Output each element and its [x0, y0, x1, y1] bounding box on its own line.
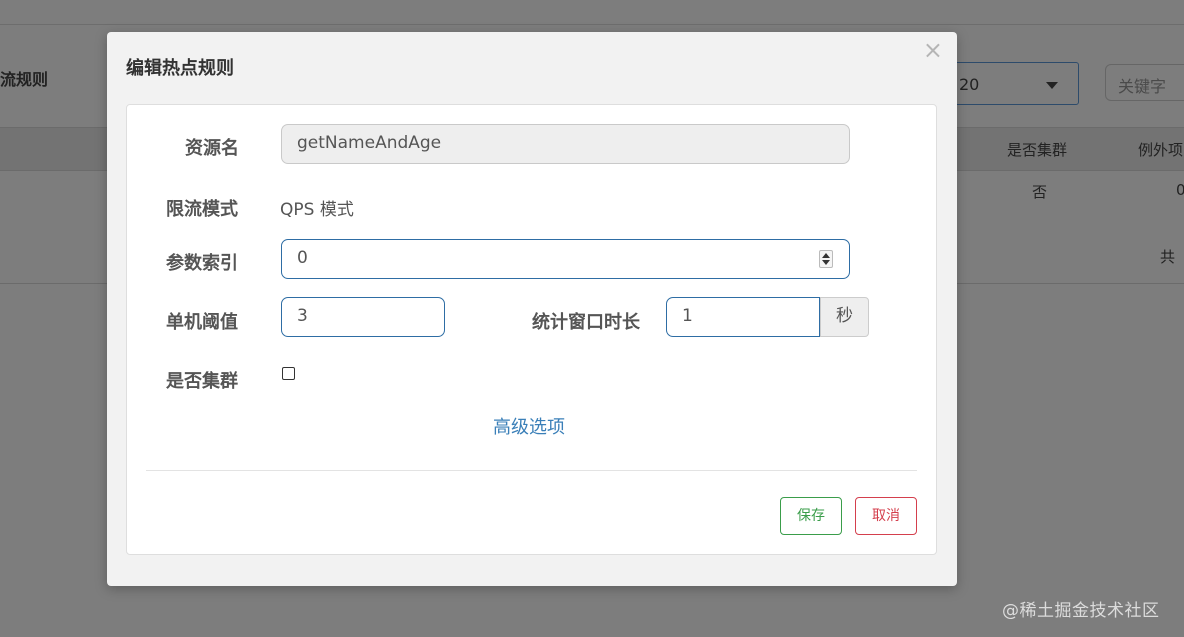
threshold-input[interactable]: 3 — [281, 297, 445, 337]
spin-up-icon[interactable] — [822, 253, 830, 258]
column-header-cluster: 是否集群 — [1007, 141, 1068, 159]
form-panel: 资源名 getNameAndAge 限流模式 QPS 模式 参数索引 0 单机阈… — [126, 104, 937, 555]
edit-hotspot-rule-dialog: 编辑热点规则 × 资源名 getNameAndAge 限流模式 QPS 模式 参… — [107, 32, 957, 586]
spin-down-icon[interactable] — [822, 260, 830, 265]
cluster-label: 是否集群 — [166, 371, 238, 392]
close-icon[interactable]: × — [923, 38, 943, 62]
resource-name-input[interactable]: getNameAndAge — [281, 124, 850, 164]
threshold-value: 3 — [297, 306, 308, 326]
page-size-select[interactable]: 20 — [950, 62, 1079, 105]
keyword-search-input[interactable]: 关键字 — [1105, 64, 1184, 101]
cluster-checkbox[interactable] — [282, 367, 295, 380]
window-duration-label: 统计窗口时长 — [532, 312, 640, 333]
dialog-title: 编辑热点规则 — [126, 58, 234, 79]
limit-mode-label: 限流模式 — [166, 199, 238, 220]
param-index-input[interactable]: 0 — [281, 239, 850, 279]
resource-name-label: 资源名 — [185, 138, 239, 159]
limit-mode-value: QPS 模式 — [280, 200, 354, 220]
column-header-exceptions: 例外项 — [1138, 141, 1184, 159]
page-title: 流规则 — [0, 70, 49, 89]
window-unit-addon: 秒 — [820, 297, 869, 337]
advanced-options-link[interactable]: 高级选项 — [493, 413, 565, 439]
caret-down-icon — [1046, 82, 1058, 89]
cancel-button[interactable]: 取消 — [855, 497, 917, 535]
threshold-label: 单机阈值 — [166, 312, 238, 333]
cell-exceptions: 0 — [1176, 181, 1184, 199]
watermark-text: @稀土掘金技术社区 — [1002, 601, 1160, 621]
footer-divider — [146, 470, 917, 471]
save-button[interactable]: 保存 — [780, 497, 842, 535]
cell-cluster: 否 — [1032, 183, 1048, 201]
search-placeholder: 关键字 — [1118, 77, 1167, 96]
param-index-value: 0 — [297, 248, 308, 268]
window-duration-input[interactable]: 1 — [666, 297, 820, 337]
window-duration-value: 1 — [682, 306, 693, 326]
number-spinner-icon[interactable] — [819, 250, 833, 268]
top-bar — [0, 0, 1184, 25]
page-size-value: 20 — [959, 75, 980, 94]
param-index-label: 参数索引 — [166, 253, 238, 274]
pagination-total: 共 — [1160, 248, 1176, 266]
resource-name-value: getNameAndAge — [297, 133, 442, 153]
